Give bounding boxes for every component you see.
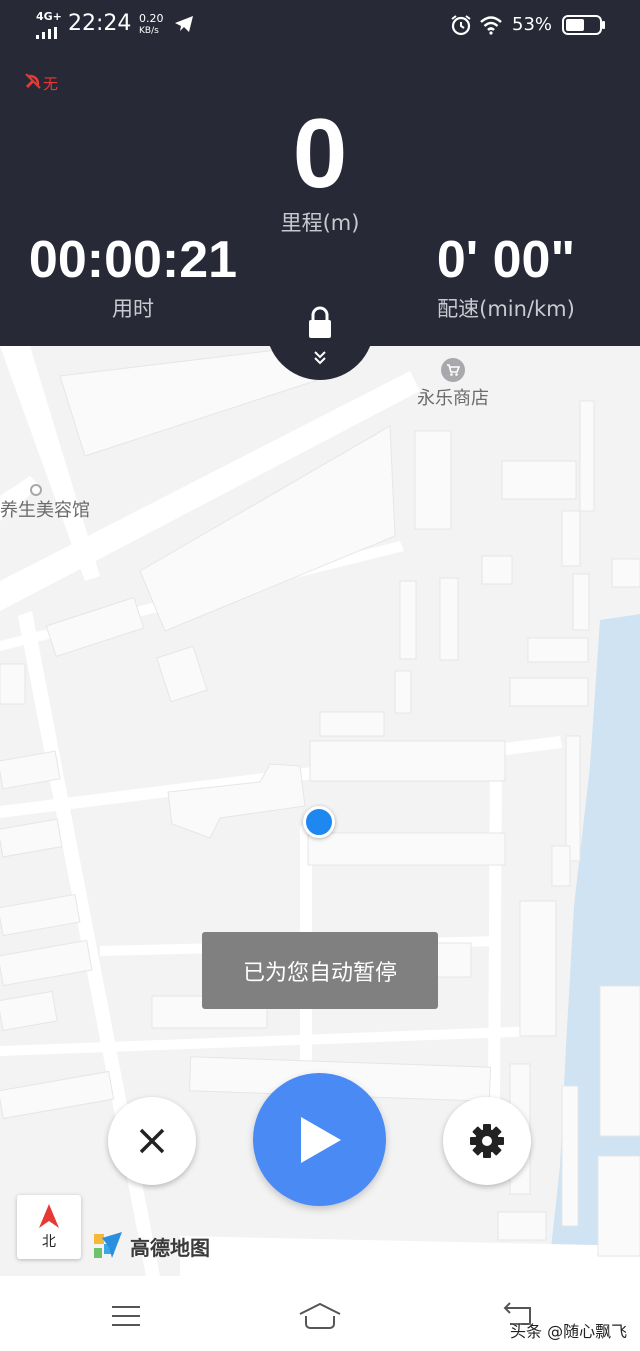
poi-shop-label: 永乐商店 — [417, 388, 489, 409]
auto-pause-toast: 已为您自动暂停 — [202, 932, 438, 1009]
gps-label: 无 — [43, 74, 59, 93]
map-provider-logo: 高德地图 — [92, 1230, 210, 1262]
wifi-icon — [479, 15, 503, 39]
resume-button[interactable] — [253, 1073, 386, 1206]
distance-value: 0 — [292, 98, 348, 208]
lock-icon — [309, 306, 331, 338]
shop-icon — [441, 358, 465, 382]
status-time: 22:24 — [68, 11, 132, 36]
home-button[interactable] — [292, 1294, 348, 1338]
poi-beauty-label: 养生美容馆 — [0, 500, 90, 521]
compass-label: 北 — [42, 1234, 56, 1250]
gps-icon — [24, 72, 42, 94]
battery-percent: 53% — [512, 14, 553, 35]
toast-message: 已为您自动暂停 — [242, 960, 397, 986]
signal-icon — [36, 24, 62, 43]
gps-signal: 无 — [24, 72, 58, 94]
alarm-icon — [450, 14, 472, 40]
compass-button[interactable]: 北 — [17, 1195, 81, 1259]
poi-dot-icon — [30, 484, 42, 496]
status-bar: 4G+ 22:24 0.20 KB/s 53% — [0, 0, 640, 50]
system-nav-bar: 头条 @随心飘飞 — [0, 1276, 640, 1351]
battery-icon — [562, 15, 606, 39]
map-view[interactable]: 永乐商店 养生美容馆 已为您自动暂停 北 高德地图 — [0, 346, 640, 1276]
network-indicator: 4G+ — [36, 10, 62, 23]
pace-value: 0' 00" — [436, 231, 576, 289]
duration-value: 00:00:21 — [28, 231, 238, 289]
pace-label: 配速(min/km) — [437, 297, 575, 321]
menu-button[interactable] — [98, 1296, 154, 1336]
north-arrow-icon — [39, 1204, 59, 1228]
home-icon — [299, 1302, 341, 1329]
close-icon — [139, 1128, 165, 1154]
settings-button[interactable] — [443, 1097, 531, 1185]
net-speed-value: 0.20 — [139, 12, 164, 25]
stop-button[interactable] — [108, 1097, 196, 1185]
gear-icon — [470, 1124, 504, 1158]
poi-shop[interactable]: 永乐商店 — [408, 358, 498, 410]
telegram-icon — [174, 15, 194, 37]
menu-icon — [112, 1306, 140, 1326]
chevron-down-icon — [314, 351, 326, 365]
watermark: 头条 @随心飘飞 — [510, 1322, 628, 1341]
play-icon — [300, 1116, 341, 1163]
map-provider-name: 高德地图 — [130, 1235, 210, 1260]
amap-logo-icon — [94, 1232, 122, 1258]
current-location-marker — [303, 806, 335, 838]
duration-label: 用时 — [112, 297, 154, 321]
net-speed-unit: KB/s — [139, 26, 159, 36]
